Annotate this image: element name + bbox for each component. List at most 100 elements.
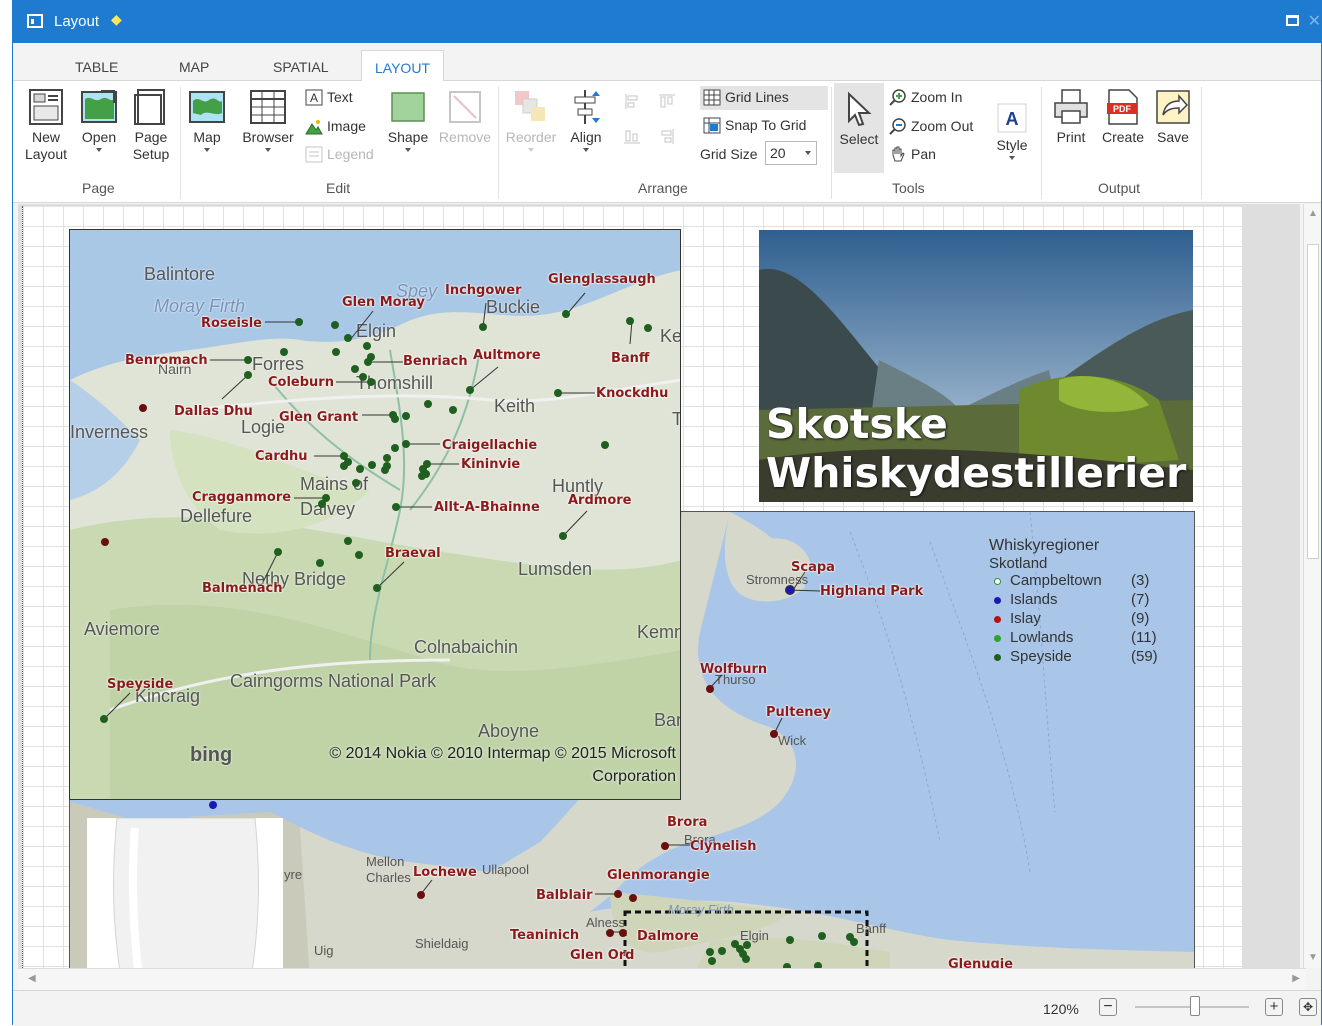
shape-dropdown-icon — [405, 148, 411, 152]
browser-button[interactable]: Browser — [239, 89, 297, 152]
align-left-button[interactable] — [623, 93, 645, 110]
tab-layout[interactable]: LAYOUT — [361, 50, 444, 82]
bing-logo: bing — [190, 744, 233, 766]
zoom-in-button[interactable]: Zoom In — [889, 89, 962, 106]
map-button[interactable]: Map — [187, 89, 227, 152]
shape-button[interactable]: Shape — [385, 89, 431, 152]
reorder-label: Reorder — [505, 129, 557, 145]
tab-map[interactable]: MAP — [179, 59, 209, 75]
reorder-button[interactable]: Reorder — [503, 89, 559, 152]
scroll-right-icon[interactable]: ▶ — [1292, 973, 1300, 984]
save-button[interactable]: Save — [1153, 89, 1193, 146]
legend-button[interactable]: Legend — [305, 146, 374, 163]
output-group-label: Output — [1098, 180, 1141, 196]
align-button[interactable]: Align — [563, 89, 609, 152]
legend-label: Legend — [327, 146, 374, 162]
pan-hand-icon — [892, 146, 905, 162]
scroll-up-icon[interactable]: ▲ — [1307, 208, 1319, 220]
style-icon: A — [997, 103, 1027, 133]
image-icon — [305, 120, 323, 135]
layout-window: Layout ◆ ✕ TABLE MAP SPATIAL LAYOUT New … — [12, 0, 1322, 1026]
title-banner-image[interactable]: Skotske Whiskydestillerier — [759, 230, 1193, 502]
page-setup-label: Page Setup — [132, 129, 170, 162]
new-layout-button[interactable]: New Layout — [21, 89, 71, 163]
tab-spatial[interactable]: SPATIAL — [273, 59, 329, 75]
align-right-icon — [661, 129, 674, 144]
chevron-down-icon — [805, 151, 811, 155]
open-dropdown-icon — [96, 148, 102, 152]
align-top-icon — [659, 94, 675, 108]
zoom-slider-thumb[interactable] — [1190, 996, 1200, 1016]
style-label: Style — [996, 137, 1028, 153]
open-label: Open — [81, 129, 117, 145]
grid-size-label: Grid Size — [700, 146, 758, 162]
remove-button[interactable]: Remove — [438, 89, 492, 146]
layout-page[interactable]: Stromness Thurso Wick Mellon Charles Ull… — [22, 206, 1242, 968]
remove-icon — [449, 91, 481, 123]
map-legend[interactable]: Whiskyregioner Skotland Campbeltown (3) I… — [989, 537, 1158, 667]
campbeltown-dot-icon — [994, 578, 1001, 585]
style-button[interactable]: A Style — [989, 103, 1035, 160]
map-dropdown-icon — [204, 148, 210, 152]
image-label: Image — [327, 118, 366, 134]
tools-group-label: Tools — [892, 180, 925, 196]
browser-label: Browser — [242, 129, 294, 145]
horizontal-scrollbar[interactable]: ◀ ▶ — [18, 968, 1306, 990]
scroll-down-icon[interactable]: ▼ — [1307, 952, 1319, 964]
grid-size-select[interactable]: 20 — [765, 141, 817, 165]
reorder-icon — [515, 91, 545, 121]
align-right-button[interactable] — [658, 128, 680, 145]
align-top-button[interactable] — [658, 93, 680, 110]
zoom-in-label: Zoom In — [911, 89, 963, 105]
grid-size-value: 20 — [770, 145, 786, 161]
vertical-scrollbar[interactable]: ▲ ▼ — [1303, 204, 1321, 968]
reorder-dropdown-icon — [528, 148, 534, 152]
speyside-dot-icon — [994, 654, 1001, 661]
pdf-icon: PDF — [1107, 89, 1138, 125]
print-label: Print — [1056, 129, 1086, 145]
legend-item: Lowlands (11) — [989, 629, 1157, 648]
whisky-glass-image[interactable] — [87, 817, 283, 968]
page-setup-button[interactable]: Page Setup — [129, 89, 173, 163]
snap-to-grid-toggle[interactable]: Snap To Grid — [703, 117, 806, 134]
tab-table[interactable]: TABLE — [75, 59, 118, 75]
legend-item: Islay (9) — [989, 610, 1149, 629]
grid-lines-toggle[interactable]: Grid Lines — [700, 86, 828, 110]
maximize-button[interactable] — [1286, 15, 1299, 26]
zoom-out-button[interactable]: Zoom Out — [889, 118, 973, 135]
layout-canvas[interactable]: Stromness Thurso Wick Mellon Charles Ull… — [18, 204, 1300, 968]
ribbon-tabs: TABLE MAP SPATIAL LAYOUT — [13, 43, 1321, 82]
save-label: Save — [1157, 129, 1189, 145]
image-button[interactable]: Image — [305, 118, 366, 135]
legend-title: Whiskyregioner — [989, 537, 1100, 554]
svg-text:PDF: PDF — [1113, 104, 1132, 114]
islands-dot-icon — [994, 597, 1001, 604]
scroll-left-icon[interactable]: ◀ — [28, 973, 36, 984]
close-button[interactable]: ✕ — [1308, 11, 1321, 31]
open-icon — [81, 90, 117, 123]
zoom-level: 120% — [1043, 1001, 1079, 1017]
browser-icon — [250, 90, 286, 124]
text-button[interactable]: A Text — [305, 89, 353, 106]
map-icon — [189, 91, 225, 123]
print-button[interactable]: Print — [1049, 89, 1093, 146]
zoom-in-small-button[interactable]: + — [1265, 998, 1283, 1016]
zoom-out-small-button[interactable]: − — [1099, 998, 1117, 1016]
snap-to-grid-icon — [703, 117, 721, 134]
banner-title-line2: Whiskydestillerier — [766, 449, 1187, 497]
map-frame-speyside[interactable]: Balintore Moray Firth Spey Buckie Elgin … — [69, 229, 681, 800]
save-icon — [1156, 90, 1190, 124]
vertical-scroll-thumb[interactable] — [1307, 244, 1319, 559]
create-pdf-button[interactable]: PDF Create — [1099, 89, 1147, 146]
text-label: Text — [327, 89, 353, 105]
align-bottom-button[interactable] — [623, 128, 645, 145]
pan-button[interactable]: Pan — [889, 146, 936, 163]
select-button[interactable]: Select — [834, 83, 884, 173]
new-layout-icon — [29, 89, 63, 125]
pin-icon[interactable]: ◆ — [111, 11, 122, 28]
select-label: Select — [839, 131, 879, 147]
zoom-to-fit-icon[interactable]: ✥ — [1299, 998, 1317, 1016]
banner-title: Skotske Whiskydestillerier — [766, 400, 1186, 498]
open-button[interactable]: Open — [79, 89, 119, 152]
select-arrow-icon — [848, 91, 872, 127]
